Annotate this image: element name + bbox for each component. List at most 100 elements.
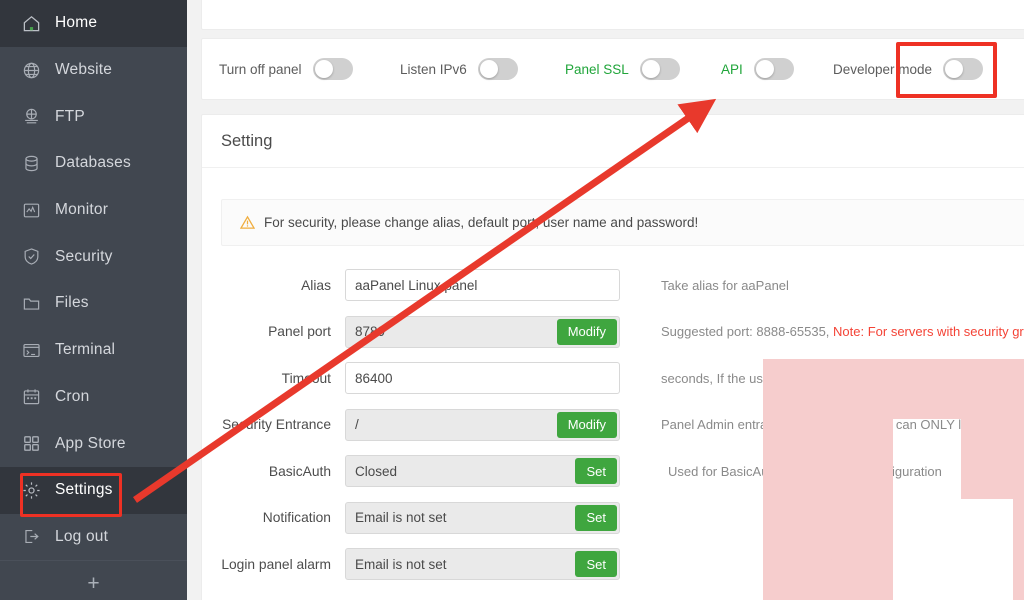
login-panel-alarm-input[interactable]: Email is not set Set xyxy=(345,548,620,581)
sidebar-item-label: Files xyxy=(55,294,89,312)
field-value: Email is not set xyxy=(355,510,447,526)
field-help-note: Note: For servers with security group xyxy=(833,324,1024,340)
panel-port-input[interactable]: 8789 Modify xyxy=(345,315,620,348)
form-row-security-entrance: Security Entrance / Modify Panel Admin e… xyxy=(221,402,1024,449)
form-row-basicauth: BasicAuth Closed Set Used for BasicAuth … xyxy=(221,448,1024,495)
monitor-icon xyxy=(22,201,41,220)
sidebar-item-monitor[interactable]: Monitor xyxy=(0,187,187,234)
sidebar-item-label: Databases xyxy=(55,154,131,172)
notification-set-button[interactable]: Set xyxy=(575,504,617,531)
field-help-text: seconds, If the user does not have any o… xyxy=(661,370,983,386)
field-value: 86400 xyxy=(355,370,393,386)
app-root: Home Website FTP Databases Monitor Secur… xyxy=(0,0,1024,600)
field-value: 8789 xyxy=(355,324,386,340)
sidebar: Home Website FTP Databases Monitor Secur… xyxy=(0,0,187,600)
sidebar-item-website[interactable]: Website xyxy=(0,47,187,94)
sidebar-item-terminal[interactable]: Terminal xyxy=(0,327,187,374)
toggle-label: Panel SSL xyxy=(565,61,629,77)
sidebar-item-files[interactable]: Files xyxy=(0,280,187,327)
main-content: Turn off panel Listen IPv6 Panel SSL API… xyxy=(187,0,1024,600)
ftp-icon xyxy=(22,107,41,126)
timeout-input[interactable]: 86400 xyxy=(345,362,620,395)
field-help-text: Panel Admin entrance. After setting, you… xyxy=(661,417,1024,433)
setting-title: Setting xyxy=(202,115,1024,168)
field-label: Login panel alarm xyxy=(221,556,331,572)
sidebar-item-cron[interactable]: Cron xyxy=(0,374,187,421)
field-label: BasicAuth xyxy=(268,463,331,479)
alias-input[interactable]: aaPanel Linux panel xyxy=(345,269,620,302)
sidebar-item-databases[interactable]: Databases xyxy=(0,140,187,187)
sidebar-item-ftp[interactable]: FTP xyxy=(0,93,187,140)
toggle-switch-turn-off-panel[interactable] xyxy=(312,58,353,80)
terminal-icon xyxy=(22,341,41,360)
field-label: Timeout xyxy=(281,370,331,386)
field-help-note: 86400 xyxy=(982,370,1019,386)
sidebar-item-label: Settings xyxy=(55,481,113,499)
basicauth-input[interactable]: Closed Set xyxy=(345,455,620,488)
gear-icon xyxy=(22,481,41,500)
calendar-icon xyxy=(22,387,41,406)
field-help-text: Used for BasicAuth authentication config… xyxy=(668,463,942,479)
logout-icon xyxy=(22,527,41,546)
sidebar-item-label: Terminal xyxy=(55,341,116,359)
sidebar-item-label: FTP xyxy=(55,107,85,125)
field-value: aaPanel Linux panel xyxy=(355,277,478,293)
sidebar-item-settings[interactable]: Settings xyxy=(0,466,187,514)
security-entrance-input[interactable]: / Modify xyxy=(345,408,620,441)
home-icon xyxy=(22,14,41,33)
notification-input[interactable]: Email is not set Set xyxy=(345,501,620,534)
sidebar-item-label: Log out xyxy=(55,527,109,545)
toggle-switch-panel-ssl[interactable] xyxy=(639,58,680,80)
toggle-api[interactable]: API xyxy=(721,58,794,80)
globe-icon xyxy=(22,61,41,80)
field-label: Security Entrance xyxy=(222,417,331,433)
database-icon xyxy=(22,154,41,173)
field-value: Email is not set xyxy=(355,556,447,572)
field-value: Closed xyxy=(355,463,398,479)
field-help: Used for BasicAuth authentication config… xyxy=(668,464,942,479)
sidebar-add-button[interactable]: + xyxy=(0,560,187,600)
sidebar-item-app-store[interactable]: App Store xyxy=(0,420,187,467)
toggle-switch-listen-ipv6[interactable] xyxy=(477,58,518,80)
settings-form: Alias aaPanel Linux panel Take alias for… xyxy=(202,262,1024,588)
basicauth-set-button[interactable]: Set xyxy=(575,458,617,485)
field-value: / xyxy=(355,417,359,433)
field-help-tail: sec xyxy=(1019,371,1024,386)
field-help: Panel Admin entrance. After setting, you… xyxy=(661,417,1024,432)
form-row-alias: Alias aaPanel Linux panel Take alias for… xyxy=(221,262,1024,309)
toggle-label: Turn off panel xyxy=(219,61,302,77)
security-warning: For security, please change alias, defau… xyxy=(221,199,1024,246)
field-label: Alias xyxy=(301,277,331,293)
sidebar-item-label: Cron xyxy=(55,387,90,405)
field-help-text: Take alias for aaPanel xyxy=(661,277,789,293)
grid-icon xyxy=(22,434,41,453)
field-label: Notification xyxy=(262,510,331,526)
warning-triangle-icon xyxy=(240,215,255,230)
sidebar-item-home[interactable]: Home xyxy=(0,0,187,47)
sidebar-item-label: Security xyxy=(55,247,113,265)
field-help: Suggested port: 8888-65535, Note: For se… xyxy=(661,324,1024,339)
field-help: Take alias for aaPanel xyxy=(661,278,789,293)
panel-port-modify-button[interactable]: Modify xyxy=(556,318,617,345)
security-entrance-modify-button[interactable]: Modify xyxy=(556,411,617,438)
toggle-turn-off-panel[interactable]: Turn off panel xyxy=(219,58,353,80)
toggle-switch-developer-mode[interactable] xyxy=(943,58,984,80)
form-row-timeout: Timeout 86400 seconds, If the user does … xyxy=(221,355,1024,402)
toggle-label: Developer mode xyxy=(833,61,933,77)
login-panel-alarm-set-button[interactable]: Set xyxy=(575,551,617,578)
field-help-text: Suggested port: 8888-65535, xyxy=(661,324,834,340)
toggle-switch-api[interactable] xyxy=(753,58,794,80)
sidebar-item-log-out[interactable]: Log out xyxy=(0,514,187,561)
cut-off-card-top xyxy=(201,0,1024,30)
sidebar-item-label: Monitor xyxy=(55,201,109,219)
field-label: Panel port xyxy=(268,324,331,340)
sidebar-item-label: Home xyxy=(55,14,98,32)
sidebar-item-security[interactable]: Security xyxy=(0,233,187,280)
toggle-listen-ipv6[interactable]: Listen IPv6 xyxy=(400,58,518,80)
toggle-developer-mode[interactable]: Developer mode xyxy=(833,58,984,80)
sidebar-item-label: Website xyxy=(55,61,113,79)
form-row-notification: Notification Email is not set Set xyxy=(221,495,1024,542)
toggle-panel-ssl[interactable]: Panel SSL xyxy=(565,58,680,80)
security-warning-text: For security, please change alias, defau… xyxy=(264,215,699,230)
toggle-label: API xyxy=(721,61,743,77)
